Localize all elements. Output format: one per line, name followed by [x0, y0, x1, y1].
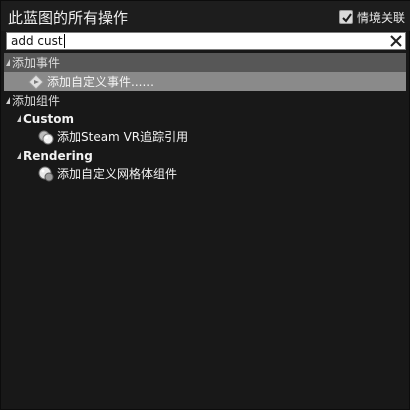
search-field[interactable]	[6, 32, 406, 50]
category-add-component[interactable]: 添加组件	[1, 91, 406, 110]
action-label: 添加Steam VR追踪引用	[57, 130, 189, 144]
text-caret	[64, 34, 65, 48]
close-icon[interactable]	[388, 33, 404, 49]
checkmark-icon[interactable]	[338, 10, 353, 24]
subcategory-label: Custom	[23, 111, 74, 126]
event-diamond-icon	[28, 73, 44, 90]
category-label: 添加事件	[12, 56, 61, 70]
component-sphere-icon	[38, 166, 54, 182]
triangle-expanded-icon[interactable]	[17, 152, 21, 159]
action-add-steamvr-tracking-reference[interactable]: 添加Steam VR追踪引用	[1, 127, 406, 146]
menu-title: 此蓝图的所有操作	[8, 9, 129, 27]
context-sensitive-label: 情境关联	[356, 10, 405, 25]
menu-header: 此蓝图的所有操作 情境关联	[1, 1, 410, 31]
blueprint-action-menu: 此蓝图的所有操作 情境关联 添加事件	[0, 0, 410, 410]
subcategory-label: Rendering	[23, 148, 93, 163]
action-add-custom-mesh-component[interactable]: 添加自定义网格体组件	[1, 164, 406, 183]
subcategory-custom[interactable]: Custom	[1, 109, 406, 128]
component-sphere-icon	[38, 129, 54, 145]
triangle-expanded-icon[interactable]	[6, 59, 10, 66]
category-label: 添加组件	[12, 94, 61, 108]
context-sensitive-toggle[interactable]: 情境关联	[338, 8, 405, 26]
action-add-custom-event[interactable]: 添加自定义事件......	[4, 72, 406, 91]
triangle-expanded-icon[interactable]	[6, 97, 10, 104]
subcategory-rendering[interactable]: Rendering	[1, 146, 406, 165]
action-label: 添加自定义事件......	[47, 75, 154, 89]
action-label: 添加自定义网格体组件	[57, 167, 178, 181]
category-add-event[interactable]: 添加事件	[4, 53, 406, 72]
triangle-expanded-icon[interactable]	[17, 115, 21, 122]
